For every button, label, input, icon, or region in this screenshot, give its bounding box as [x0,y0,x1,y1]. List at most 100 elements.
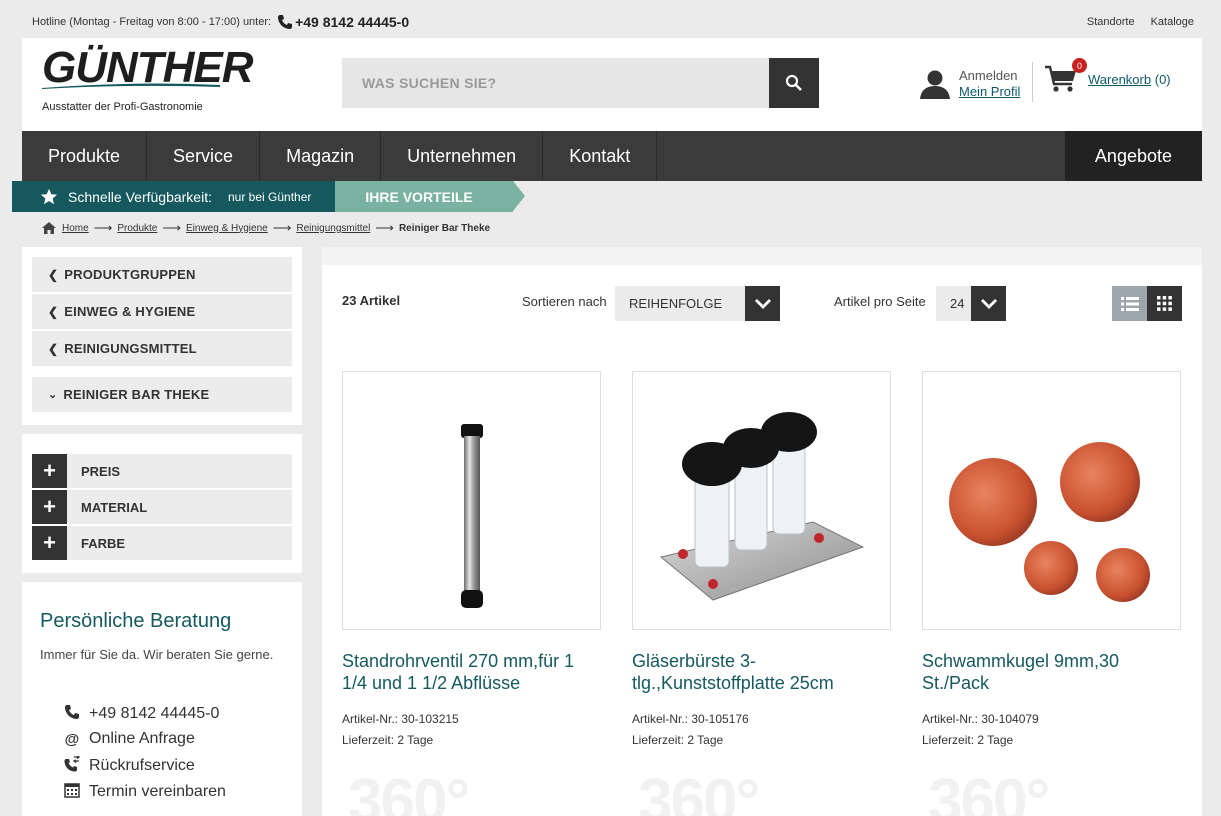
star-icon [40,188,58,204]
product-image[interactable] [632,371,891,630]
category-panel: ❮ PRODUKTGRUPPEN ❮ EINWEG & HYGIENE ❮ REINI… [22,247,302,425]
per-page-select[interactable]: 24 [936,286,1006,321]
chevron-left-icon: ❮ [48,304,59,319]
nav-kontakt[interactable]: Kontakt [543,131,658,181]
breadcrumb-produkte[interactable]: Produkte [117,223,157,234]
filter-label: FARBE [81,535,126,551]
breadcrumb-current: Reiniger Bar Theke [398,222,491,234]
product-title[interactable]: Gläserbürste 3-tlg.,Kunststoffplatte 25c… [632,650,892,694]
plus-icon: + [32,454,67,488]
profile-link[interactable]: Mein Profil [959,84,1020,100]
cart-label[interactable]: Warenkorb [1088,72,1151,87]
header-divider [1032,62,1033,102]
main-nav: Produkte Service Magazin Unternehmen Kon… [22,131,1202,181]
site-header: GÜNTHER Ausstatter der Profi-Gastronomie… [22,38,1202,131]
contact-label: Rückrufservice [89,757,195,774]
category-label: REINIGUNGSMITTEL [64,341,197,356]
benefits-cta[interactable]: IHRE VORTEILE [335,181,526,212]
contact-callback[interactable]: Rückrufservice [62,755,195,776]
breadcrumb-reinigungsmittel[interactable]: Reinigungsmittel [296,223,370,234]
account-link[interactable]: Anmelden Mein Profil [919,64,1020,104]
callback-icon [62,755,82,776]
product-title[interactable]: Schwammkugel 9mm,30 St./Pack [922,650,1182,694]
contact-label: Online Anfrage [89,730,195,747]
nav-service[interactable]: Service [147,131,261,181]
product-card[interactable]: Schwammkugel 9mm,30 St./Pack Artikel-Nr.… [922,371,1182,751]
category-einweg-hygiene[interactable]: ❮ EINWEG & HYGIENE [32,294,292,329]
nav-produkte[interactable]: Produkte [22,131,148,181]
logo-swoosh-icon [42,83,220,89]
category-reiniger-bar-theke[interactable]: ⌄ REINIGER BAR THEKE [32,377,292,412]
phone-icon [277,14,293,30]
contact-online-request[interactable]: @ Online Anfrage [62,730,195,748]
breadcrumb-arrow-icon: ⟶ [272,220,292,235]
calendar-icon [62,782,82,802]
user-icon [920,70,950,99]
glass-brush-image [659,412,865,601]
filter-preis[interactable]: + PREIS [32,454,292,488]
product-sku: Artikel-Nr.: 30-104079 [922,712,1039,726]
breadcrumb-home[interactable]: Home [62,223,89,234]
chevron-left-icon: ❮ [48,341,59,356]
hotline-number[interactable]: +49 8142 44445-0 [295,14,409,30]
product-listing: 23 Artikel Sortieren nach REIHENFOLGE Ar… [322,247,1202,816]
product-sku: Artikel-Nr.: 30-105176 [632,712,749,726]
filter-material[interactable]: + MATERIAL [32,490,292,524]
contact-phone[interactable]: +49 8142 44445-0 [62,704,219,724]
consulting-intro: Immer für Sie da. Wir beraten Sie gerne. [40,647,274,662]
category-produktgruppen[interactable]: ❮ PRODUKTGRUPPEN [32,257,292,292]
chevron-left-icon: ❮ [48,267,59,282]
category-reinigungsmittel[interactable]: ❮ REINIGUNGSMITTEL [32,331,292,366]
chevron-down-icon [971,286,1006,321]
breadcrumb: Home ⟶ Produkte ⟶ Einweg & Hygiene ⟶ Rei… [41,220,490,236]
at-icon: @ [64,730,80,748]
search-input[interactable] [342,58,769,108]
login-label[interactable]: Anmelden [959,68,1020,84]
product-sku: Artikel-Nr.: 30-103215 [342,712,459,726]
search-bar [342,58,819,108]
logo-tagline: Ausstatter der Profi-Gastronomie [42,101,203,113]
cart-count: (0) [1154,71,1171,87]
filter-label: PREIS [81,463,121,479]
product-delivery: Lieferzeit: 2 Tage [922,733,1014,747]
product-image[interactable] [922,371,1181,630]
product-card[interactable]: Standrohrventil 270 mm,für 1 1/4 und 1 1… [342,371,602,751]
per-page-label: Artikel pro Seite [834,294,926,309]
phone-icon [62,704,82,724]
product-card[interactable]: Gläserbürste 3-tlg.,Kunststoffplatte 25c… [632,371,892,751]
nav-magazin[interactable]: Magazin [260,131,382,181]
benefits-bar: Schnelle Verfügbarkeit: nur bei Günther … [12,181,526,212]
breadcrumb-einweg[interactable]: Einweg & Hygiene [186,223,268,234]
chevron-down-icon: ⌄ [48,389,58,401]
logo[interactable]: GÜNTHER Ausstatter der Profi-Gastronomie [42,46,254,116]
nav-unternehmen[interactable]: Unternehmen [381,131,544,181]
sort-select[interactable]: REIHENFOLGE [615,286,780,321]
benefits-label: Schnelle Verfügbarkeit: [68,188,212,205]
contact-label: +49 8142 44445-0 [89,705,220,722]
consulting-title: Persönliche Beratung [40,610,232,632]
filter-label: MATERIAL [81,499,148,515]
hotline: Hotline (Montag - Freitag von 8:00 - 17:… [32,14,409,30]
list-view-icon [1120,296,1139,311]
category-label: REINIGER BAR THEKE [63,387,210,402]
breadcrumb-arrow-icon: ⟶ [93,220,113,235]
filter-farbe[interactable]: + FARBE [32,526,292,560]
link-standorte[interactable]: Standorte [1087,16,1135,28]
list-view-button[interactable] [1112,286,1147,321]
cart-link[interactable]: 0 Warenkorb (0) [1044,58,1171,94]
360-view-icon: 360° [638,767,760,816]
search-icon [785,74,802,91]
breadcrumb-arrow-icon: ⟶ [375,220,394,235]
chevron-down-icon [745,286,780,321]
search-button[interactable] [769,58,819,108]
category-label: PRODUKTGRUPPEN [64,267,196,282]
nav-angebote[interactable]: Angebote [1064,131,1202,181]
product-title[interactable]: Standrohrventil 270 mm,für 1 1/4 und 1 1… [342,650,602,694]
grid-view-button[interactable] [1147,286,1182,321]
link-kataloge[interactable]: Kataloge [1151,16,1194,28]
consulting-panel: Persönliche Beratung Immer für Sie da. W… [22,582,302,816]
contact-appointment[interactable]: Termin vereinbaren [62,782,226,802]
sponge-balls-image [949,442,1150,602]
product-image[interactable] [342,371,601,630]
sort-value: REIHENFOLGE [629,296,723,311]
